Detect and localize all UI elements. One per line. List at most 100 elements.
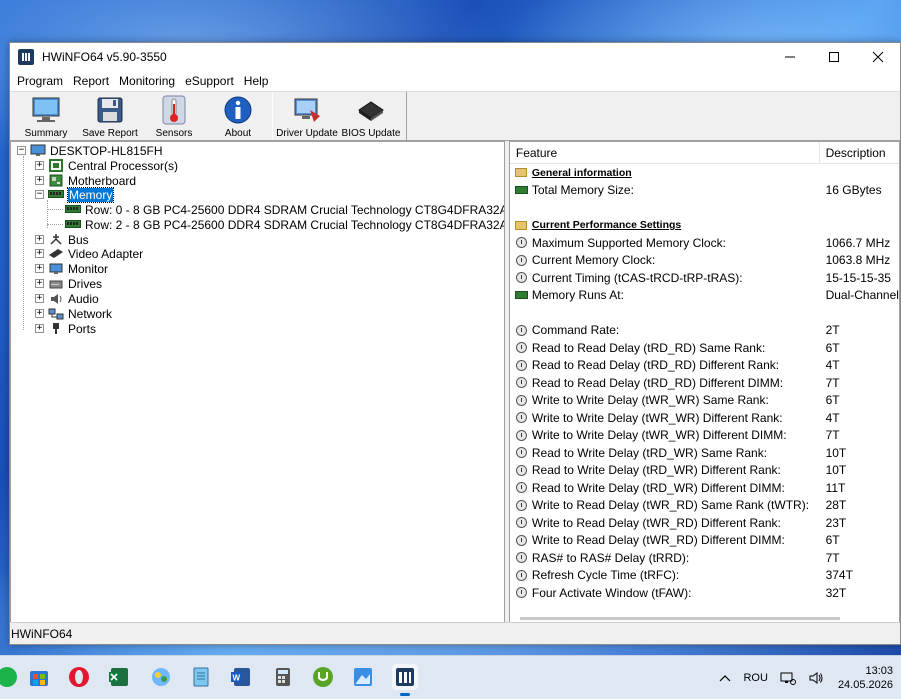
tree-item-video-adapter[interactable]: + Video Adapter: [35, 246, 143, 261]
feature-label: Read to Read Delay (tRD_RD) Same Rank:: [531, 340, 766, 355]
tree-item-cpu[interactable]: + Central Processor(s): [35, 158, 178, 173]
tree-root[interactable]: − DESKTOP-HL815FH: [17, 143, 162, 158]
menu-help[interactable]: Help: [239, 71, 274, 91]
detail-row[interactable]: [510, 199, 899, 217]
detail-row[interactable]: Read to Read Delay (tRD_RD) Different DI…: [510, 374, 899, 392]
memory-row-item[interactable]: Row: 2 - 8 GB PC4-25600 DDR4 SDRAM Cruci…: [65, 217, 504, 232]
taskbar-app-green[interactable]: [0, 664, 20, 690]
memory-icon: [514, 290, 528, 301]
taskbar-word[interactable]: W: [228, 664, 254, 690]
description-value: 4T: [825, 410, 840, 425]
clock-icon: [515, 429, 528, 441]
save-report-button[interactable]: Save Report: [78, 92, 142, 140]
section-folder-icon: [515, 167, 528, 178]
horizontal-scrollbar[interactable]: [519, 617, 840, 620]
menu-esupport[interactable]: eSupport: [180, 71, 239, 91]
detail-row[interactable]: Read to Read Delay (tRD_RD) Different Ra…: [510, 357, 899, 375]
detail-row[interactable]: Command Rate: 2T: [510, 322, 899, 340]
device-tree[interactable]: − DESKTOP-HL815FH + Central Processor(s)…: [10, 141, 505, 623]
detail-row[interactable]: General information: [510, 164, 899, 182]
clock-date: 24.05.2026: [837, 679, 893, 691]
taskbar-photos[interactable]: [148, 664, 174, 690]
taskbar-utorrent[interactable]: [310, 664, 336, 690]
sensors-label: Sensors: [155, 128, 193, 139]
maximize-button[interactable]: [812, 43, 856, 71]
detail-row[interactable]: Read to Write Delay (tRD_WR) Different D…: [510, 479, 899, 497]
detail-row[interactable]: Current Memory Clock: 1063.8 MHz: [510, 252, 899, 270]
expand-icon[interactable]: +: [35, 249, 44, 258]
tree-item-network[interactable]: + Network: [35, 306, 112, 321]
detail-row[interactable]: Current Timing (tCAS-tRCD-tRP-tRAS): 15-1…: [510, 269, 899, 287]
detail-row[interactable]: [510, 304, 899, 322]
detail-row[interactable]: Four Activate Window (tFAW): 32T: [510, 584, 899, 602]
menu-report[interactable]: Report: [68, 71, 114, 91]
detail-row[interactable]: Write to Write Delay (tWR_WR) Different …: [510, 409, 899, 427]
collapse-icon[interactable]: −: [35, 190, 44, 199]
tree-item-monitor[interactable]: + Monitor: [35, 261, 108, 276]
title-bar[interactable]: HWiNFO64 v5.90-3550: [10, 43, 900, 71]
menu-monitoring[interactable]: Monitoring: [114, 71, 180, 91]
description-value: 7T: [825, 428, 840, 443]
tree-item-audio[interactable]: + Audio: [35, 291, 99, 306]
feature-cell: Current Timing (tCAS-tRCD-tRP-tRAS):: [510, 271, 820, 285]
expand-icon[interactable]: +: [35, 176, 44, 185]
taskbar-excel[interactable]: [106, 664, 132, 690]
detail-row[interactable]: Total Memory Size: 16 GBytes: [510, 182, 899, 200]
expand-icon[interactable]: +: [35, 235, 44, 244]
sensors-button[interactable]: Sensors: [142, 92, 206, 140]
expand-icon[interactable]: +: [35, 294, 44, 303]
minimize-button[interactable]: [768, 43, 812, 71]
detail-row[interactable]: Read to Write Delay (tRD_WR) Different R…: [510, 462, 899, 480]
volume-icon[interactable]: [808, 671, 824, 685]
tree-item-memory[interactable]: − Memory: [35, 186, 115, 203]
taskbar-calculator[interactable]: [270, 664, 296, 690]
tree-item-drives[interactable]: + Drives: [35, 276, 102, 291]
taskbar-notepad[interactable]: [188, 664, 214, 690]
port-plug-icon: [48, 322, 64, 335]
summary-button[interactable]: Summary: [14, 92, 78, 140]
expand-icon[interactable]: +: [35, 264, 44, 273]
detail-row[interactable]: RAS# to RAS# Delay (tRRD): 7T: [510, 549, 899, 567]
detail-row[interactable]: Write to Read Delay (tWR_RD) Different D…: [510, 532, 899, 550]
expand-icon[interactable]: +: [35, 279, 44, 288]
detail-row[interactable]: Current Performance Settings: [510, 217, 899, 235]
opera-icon: [69, 667, 89, 687]
detail-row[interactable]: Write to Read Delay (tWR_RD) Same Rank (…: [510, 497, 899, 515]
detail-row[interactable]: Read to Write Delay (tRD_WR) Same Rank: 1…: [510, 444, 899, 462]
taskbar-hwinfo[interactable]: [392, 664, 418, 696]
taskbar-opera[interactable]: [66, 664, 92, 690]
expand-icon[interactable]: +: [35, 161, 44, 170]
bios-update-button[interactable]: BIOS Update: [339, 92, 403, 140]
motherboard-icon: [48, 174, 64, 187]
column-header-feature[interactable]: Feature: [510, 142, 820, 163]
detail-row[interactable]: Write to Read Delay (tWR_RD) Different R…: [510, 514, 899, 532]
taskbar-clock[interactable]: 13:03 24.05.2026: [838, 664, 893, 692]
info-icon: [221, 94, 255, 126]
detail-row[interactable]: Write to Write Delay (tWR_WR) Same Rank:…: [510, 392, 899, 410]
taskbar-store[interactable]: [26, 664, 52, 690]
language-indicator[interactable]: ROU: [743, 672, 767, 684]
show-hidden-icons-chevron-icon[interactable]: [719, 674, 731, 682]
bios-update-label: BIOS Update: [341, 128, 401, 139]
driver-update-button[interactable]: Driver Update: [275, 92, 339, 140]
menu-program[interactable]: Program: [12, 71, 68, 91]
detail-row[interactable]: Maximum Supported Memory Clock: 1066.7 MH…: [510, 234, 899, 252]
tree-item-motherboard[interactable]: + Motherboard: [35, 173, 136, 188]
taskbar-paint[interactable]: [350, 664, 376, 690]
collapse-icon[interactable]: −: [17, 146, 26, 155]
detail-row[interactable]: Memory Runs At: Dual-Channel: [510, 287, 899, 305]
column-header-description[interactable]: Description: [820, 142, 899, 163]
detail-row[interactable]: Write to Write Delay (tWR_WR) Different …: [510, 427, 899, 445]
expand-icon[interactable]: +: [35, 309, 44, 318]
close-button[interactable]: [856, 43, 900, 71]
about-button[interactable]: About: [206, 92, 270, 140]
detail-list[interactable]: Feature Description General information T…: [508, 141, 900, 623]
detail-row[interactable]: Read to Read Delay (tRD_RD) Same Rank: 6T: [510, 339, 899, 357]
network-status-icon[interactable]: [780, 671, 796, 685]
expand-icon[interactable]: +: [35, 324, 44, 333]
tree-item-ports[interactable]: + Ports: [35, 321, 96, 336]
detail-row[interactable]: Refresh Cycle Time (tRFC): 374T: [510, 567, 899, 585]
feature-cell: Write to Read Delay (tWR_RD) Same Rank (…: [510, 498, 820, 512]
tree-item-bus[interactable]: + Bus: [35, 232, 89, 247]
memory-row-item[interactable]: Row: 0 - 8 GB PC4-25600 DDR4 SDRAM Cruci…: [65, 202, 504, 217]
